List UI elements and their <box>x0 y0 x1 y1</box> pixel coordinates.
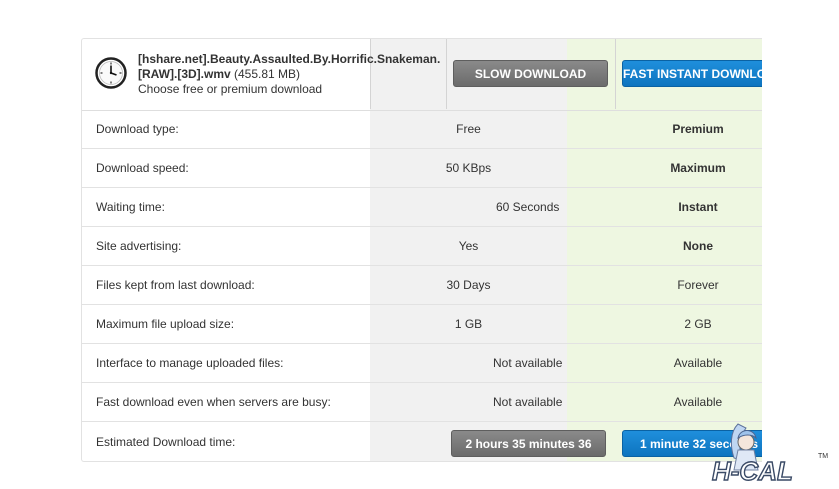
clock-icon <box>95 57 127 89</box>
premium-value: Maximum <box>670 161 726 175</box>
row-label: Estimated Download time: <box>96 435 236 449</box>
row-download-speed: Download speed: 50 KBps Maximum <box>82 149 762 188</box>
row-download-type: Download type: Free Premium <box>82 110 762 149</box>
row-label: Site advertising: <box>96 239 182 253</box>
row-waiting-time: Waiting time: 60 Seconds Instant <box>82 188 762 227</box>
fast-instant-download-button[interactable]: FAST INSTANT DOWNLOAD <box>622 60 762 87</box>
file-header: [hshare.net].Beauty.Assaulted.By.Horrifi… <box>82 39 762 111</box>
choose-download-subtitle: Choose free or premium download <box>138 82 323 96</box>
row-label: Waiting time: <box>96 200 165 214</box>
row-manage-interface: Interface to manage uploaded files: Not … <box>82 344 762 383</box>
free-value: 1 GB <box>454 317 483 331</box>
premium-value: Available <box>673 395 723 409</box>
row-label: Fast download even when servers are busy… <box>96 395 331 409</box>
premium-value: Available <box>673 356 723 370</box>
header-divider <box>446 39 447 109</box>
premium-value: Forever <box>677 278 719 292</box>
download-options-panel: [hshare.net].Beauty.Assaulted.By.Horrifi… <box>81 38 762 462</box>
free-value: 30 Days <box>446 278 491 292</box>
row-max-upload-size: Maximum file upload size: 1 GB 2 GB <box>82 305 762 344</box>
premium-value: Premium <box>672 122 724 136</box>
premium-value: Instant <box>678 200 718 214</box>
row-label: Files kept from last download: <box>96 278 255 292</box>
file-size: (455.81 MB) <box>234 67 301 81</box>
row-fast-when-busy: Fast download even when servers are busy… <box>82 383 762 422</box>
row-files-kept: Files kept from last download: 30 Days F… <box>82 266 762 305</box>
row-label: Download speed: <box>96 161 189 175</box>
slow-download-button[interactable]: SLOW DOWNLOAD <box>453 60 608 87</box>
free-value: 50 KBps <box>445 161 492 175</box>
row-site-advertising: Site advertising: Yes None <box>82 227 762 266</box>
row-label: Interface to manage uploaded files: <box>96 356 284 370</box>
premium-value: 2 GB <box>684 317 712 331</box>
row-label: Maximum file upload size: <box>96 317 235 331</box>
premium-value: None <box>683 239 713 253</box>
hcal-watermark-logo: H-CAL TM <box>711 423 828 486</box>
file-name: [hshare.net].Beauty.Assaulted.By.Horrifi… <box>138 52 443 82</box>
estimate-slow-button[interactable]: 2 hours 35 minutes 36 <box>451 430 606 457</box>
free-value: Yes <box>458 239 479 253</box>
row-label: Download type: <box>96 122 179 136</box>
header-divider <box>615 39 616 109</box>
watermark-trademark: TM <box>818 453 828 460</box>
watermark-text: H-CAL <box>712 456 793 486</box>
fast-download-label: FAST INSTANT DOWNLOAD <box>623 67 762 81</box>
row-estimated-time: Estimated Download time: 2 hours 35 minu… <box>82 422 762 461</box>
free-value: Free <box>456 122 481 136</box>
